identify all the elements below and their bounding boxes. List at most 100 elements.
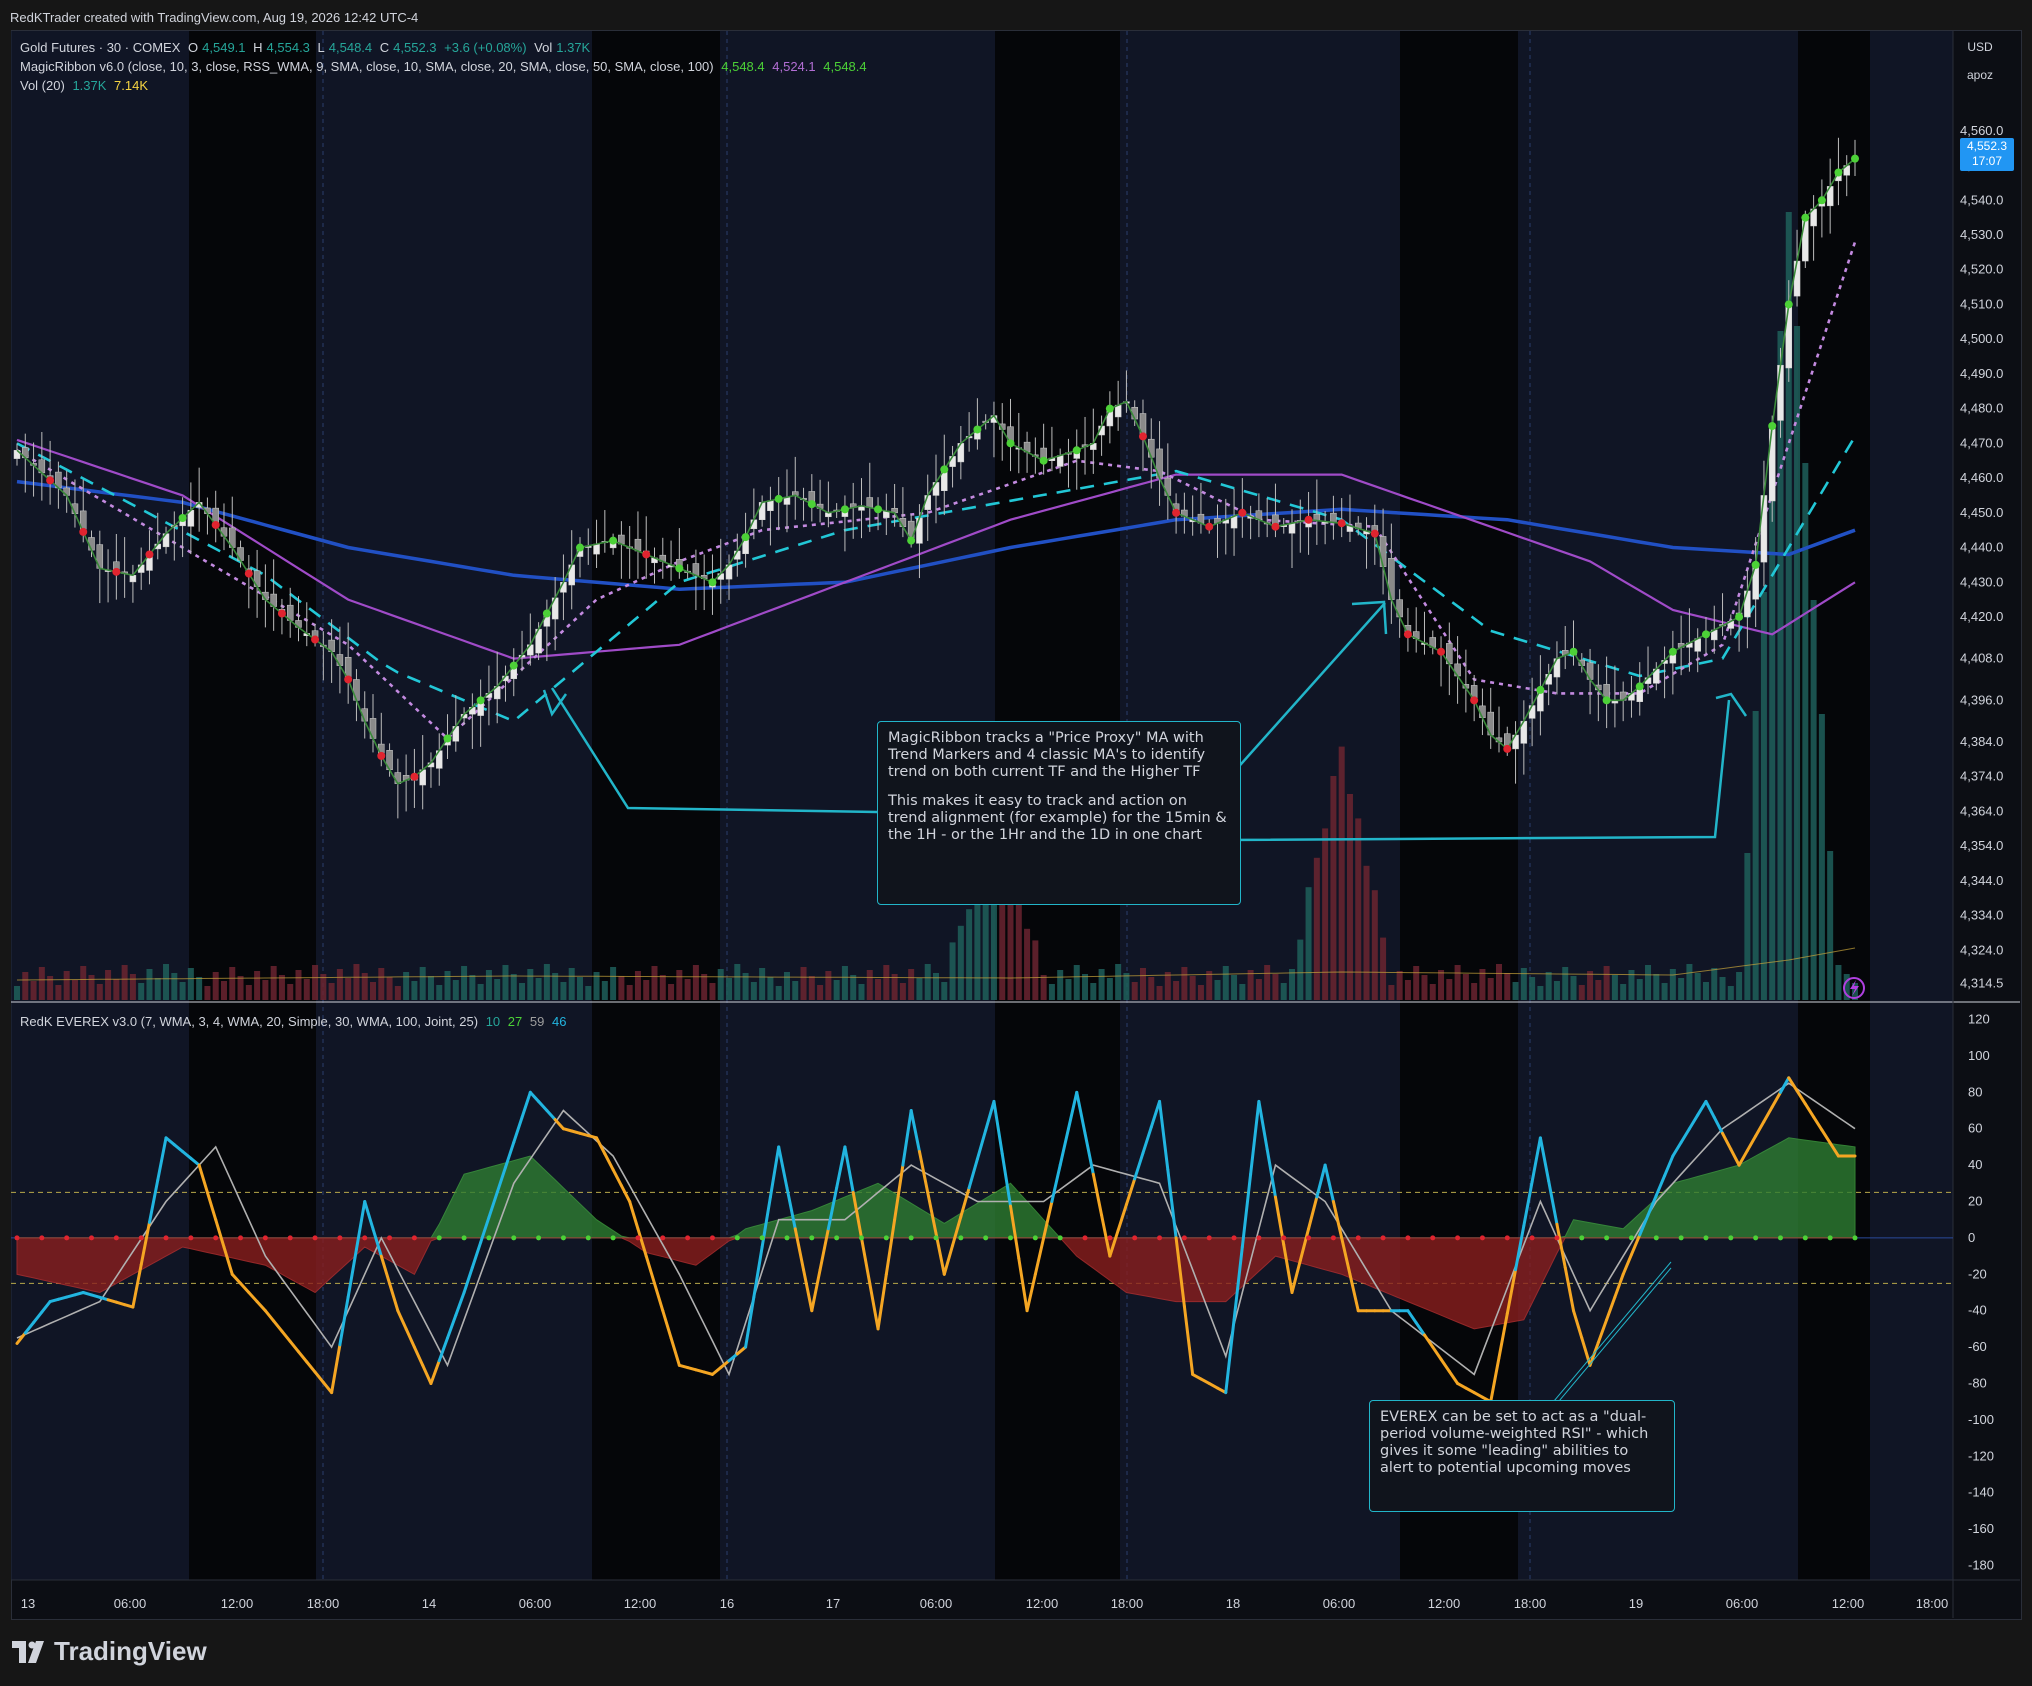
close-value: C 4,552.3 [379,40,437,55]
volume-bar [1032,940,1039,1000]
time-tick-label: 12:00 [221,1596,254,1611]
everex-tick-label: 100 [1968,1048,1990,1063]
tradingview-logo[interactable]: TradingView [12,1636,207,1667]
everex-tick-label: 80 [1968,1084,1982,1099]
volume-bar [701,974,708,1000]
everex-zero-dot [536,1235,542,1241]
volume-bar [138,983,145,1000]
time-tick-label: 18:00 [1111,1596,1144,1611]
everex-zero-dot [1628,1235,1634,1241]
volume-bar [1090,983,1097,1000]
session-band-0 [11,31,189,1580]
trend-marker [940,465,949,474]
volume-bar [163,964,170,1000]
price-tick-label: 4,460.0 [1960,470,2003,485]
volume-bar [519,983,526,1000]
everex-zero-dot [287,1235,293,1241]
volume-bar [146,969,153,1000]
everex-zero-dot [1703,1235,1709,1241]
price-tick-label: 4,364.0 [1960,803,2003,818]
everex-note[interactable]: EVEREX can be set to act as a "dual-peri… [1369,1400,1675,1512]
volume-bar [908,969,915,1000]
volume-bar [1495,964,1502,1000]
time-tick-label: 14 [422,1596,436,1611]
trend-marker [1536,685,1545,694]
everex-tick-label: -160 [1968,1521,1994,1536]
time-tick-label: 18:00 [1916,1596,1949,1611]
ribbon-legend[interactable]: MagicRibbon v6.0 (close, 10, 3, close, R… [20,59,871,74]
magicribbon-note[interactable]: MagicRibbon tracks a "Price Proxy" MA wi… [877,721,1241,905]
everex-zero-dot [213,1235,219,1241]
volume-bar [1322,828,1329,1000]
volume-bar [883,965,890,1000]
volume-bar [767,977,774,1000]
volume-bar [1164,972,1171,1000]
volume-bar [1082,974,1089,1000]
tradingview-logo-icon [12,1640,44,1663]
volume-bar [494,979,501,1000]
trend-marker [145,550,154,559]
volume-bar [1736,972,1743,1000]
everex-zero-dot [312,1235,318,1241]
session-shade-1 [592,31,720,1580]
volume-bar [1827,851,1834,1000]
everex-zero-dot [1380,1235,1386,1241]
everex-tick-label: -80 [1968,1375,1987,1390]
volume-bar [220,981,227,1000]
ribbon-name[interactable]: MagicRibbon v6.0 (close, 10, 3, close, R… [20,59,714,74]
trend-marker [1271,522,1280,531]
volume-bar [1313,857,1320,1000]
time-tick-label: 12:00 [1428,1596,1461,1611]
everex-zero-dot [983,1235,989,1241]
trend-marker [1817,196,1826,205]
trend-marker [112,567,121,576]
volume-bar [1024,928,1031,1000]
everex-zero-dot [362,1235,368,1241]
time-tick-label: 12:00 [1026,1596,1059,1611]
candle-body [1379,536,1387,567]
price-tick-label: 4,420.0 [1960,609,2003,624]
volume-bar [278,975,285,1000]
volume-bar [659,975,666,1000]
price-tick-label: 4,520.0 [1960,262,2003,277]
trend-marker [807,500,816,509]
volume-bar [71,980,78,1000]
price-tick-label: 4,560.0 [1960,123,2003,138]
volume-bar [370,982,377,1000]
candle-body [1288,522,1296,534]
symbol-name[interactable]: Gold Futures · 30 · COMEX [20,40,180,55]
volume-legend[interactable]: Vol (20) 1.37K 7.14K [20,78,152,93]
volume-bar [1040,975,1047,1000]
time-tick-label: 18 [1226,1596,1240,1611]
everex-zero-dot [1455,1235,1461,1241]
symbol-legend[interactable]: Gold Futures · 30 · COMEX O 4,549.1 H 4,55… [20,40,594,55]
volume-bar [1115,964,1122,1000]
volume-bar [643,980,650,1000]
currency-button[interactable]: USD [1960,40,2000,54]
volume-bar [452,980,459,1000]
trend-marker [1751,560,1760,569]
volume-value-2: 7.14K [114,78,149,93]
trend-marker [1635,682,1644,691]
everex-name[interactable]: RedK EVEREX v3.0 (7, WMA, 3, 4, WMA, 20,… [20,1014,478,1029]
volume-bar [1545,972,1552,1000]
price-tick-label: 4,374.0 [1960,769,2003,784]
volume-bar [1380,937,1387,1000]
volume-bar [941,982,948,1000]
trend-marker [1801,213,1810,222]
price-tick-label: 4,440.0 [1960,540,2003,555]
time-tick-label: 13 [21,1596,35,1611]
volume-bar [295,970,302,1000]
volume-bar [1123,973,1130,1000]
volume-bar [1346,794,1353,1000]
everex-legend[interactable]: RedK EVEREX v3.0 (7, WMA, 3, 4, WMA, 20,… [20,1014,570,1029]
volume-bar [833,980,840,1000]
trend-marker [1205,522,1214,531]
volume-name[interactable]: Vol (20) [20,78,65,93]
scale-mode-button[interactable]: apoz [1960,68,2000,82]
volume-bar [88,975,95,1000]
volume-bar [800,967,807,1000]
volume-bar [1098,969,1105,1000]
candle-body [1744,590,1751,618]
volume-bar [1810,600,1817,1000]
